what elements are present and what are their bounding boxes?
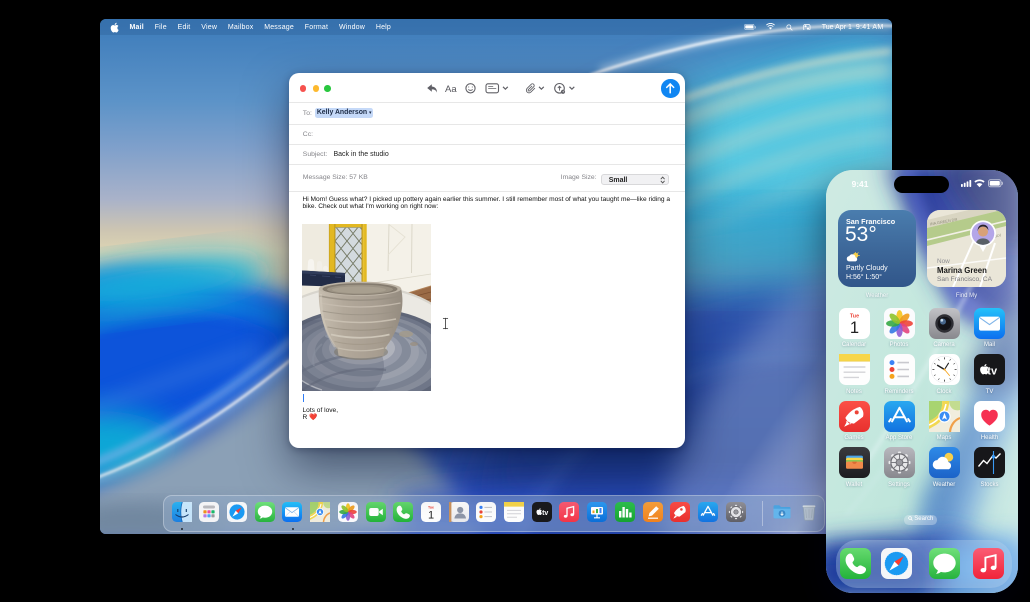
svg-text:Aa: Aa xyxy=(445,84,457,95)
svg-text:1: 1 xyxy=(849,319,858,337)
svg-text:tv: tv xyxy=(987,365,998,377)
svg-text:tv: tv xyxy=(542,510,548,517)
svg-text:1: 1 xyxy=(428,509,434,521)
